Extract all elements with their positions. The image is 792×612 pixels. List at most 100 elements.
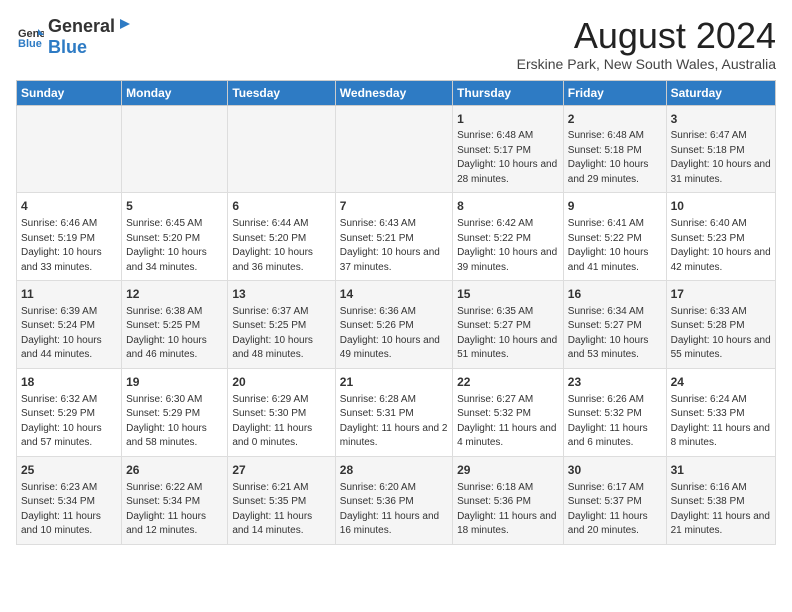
cell-content: Sunrise: 6:33 AMSunset: 5:28 PMDaylight:… (671, 305, 771, 363)
cell-content: Sunrise: 6:17 AMSunset: 5:37 PMDaylight:… (568, 481, 662, 539)
cell-content: Sunrise: 6:35 AMSunset: 5:27 PMDaylight:… (457, 305, 559, 363)
calendar-cell-4: 1Sunrise: 6:48 AMSunset: 5:17 PMDaylight… (453, 105, 564, 193)
cell-content: Sunrise: 6:23 AMSunset: 5:34 PMDaylight:… (21, 481, 117, 539)
day-number: 28 (340, 462, 448, 479)
day-number: 24 (671, 374, 771, 391)
day-number: 10 (671, 198, 771, 215)
day-number: 9 (568, 198, 662, 215)
logo-text-blue: Blue (48, 37, 87, 57)
day-number: 7 (340, 198, 448, 215)
calendar-cell-11: 8Sunrise: 6:42 AMSunset: 5:22 PMDaylight… (453, 193, 564, 281)
calendar-cell-18: 15 Sunrise: 6:35 AMSunset: 5:27 PMDayligh… (453, 281, 564, 369)
calendar-cell-15: 12 Sunrise: 6:38 AMSunset: 5:25 PMDayligh… (122, 281, 228, 369)
cell-content: Sunrise: 6:45 AMSunset: 5:20 PMDaylight:… (126, 217, 223, 275)
day-number: 17 (671, 286, 771, 303)
day-number: 18 (21, 374, 117, 391)
calendar-cell-26: 23 Sunrise: 6:26 AMSunset: 5:32 PMDayligh… (563, 368, 666, 456)
calendar-cell-5: 2Sunrise: 6:48 AMSunset: 5:18 PMDaylight… (563, 105, 666, 193)
header: General Blue General Blue August 2024 Er… (16, 16, 776, 72)
day-number: 30 (568, 462, 662, 479)
cell-content: Sunrise: 6:27 AMSunset: 5:32 PMDaylight:… (457, 393, 559, 451)
title-area: August 2024 Erskine Park, New South Wale… (517, 16, 776, 72)
calendar-cell-22: 19Sunrise: 6:30 AMSunset: 5:29 PMDayligh… (122, 368, 228, 456)
cell-content: Sunrise: 6:26 AMSunset: 5:32 PMDaylight:… (568, 393, 662, 451)
cell-content: Sunrise: 6:43 AMSunset: 5:21 PMDaylight:… (340, 217, 448, 275)
cell-content: Sunrise: 6:16 AMSunset: 5:38 PMDaylight:… (671, 481, 771, 539)
calendar-cell-0 (17, 105, 122, 193)
logo-icon: General Blue (16, 23, 44, 51)
day-number: 8 (457, 198, 559, 215)
calendar-cell-10: 7 Sunrise: 6:43 AMSunset: 5:21 PMDaylight… (335, 193, 452, 281)
cell-content: Sunrise: 6:46 AMSunset: 5:19 PMDaylight:… (21, 217, 117, 275)
week-row-2: 4Sunrise: 6:46 AMSunset: 5:19 PMDaylight… (17, 193, 776, 281)
day-number: 29 (457, 462, 559, 479)
calendar-cell-1 (122, 105, 228, 193)
day-number: 1 (457, 111, 559, 128)
calendar-cell-12: 9 Sunrise: 6:41 AMSunset: 5:22 PMDaylight… (563, 193, 666, 281)
calendar-cell-25: 22 Sunrise: 6:27 AMSunset: 5:32 PMDayligh… (453, 368, 564, 456)
col-header-friday: Friday (563, 80, 666, 105)
day-number: 2 (568, 111, 662, 128)
cell-content: Sunrise: 6:34 AMSunset: 5:27 PMDaylight:… (568, 305, 662, 363)
cell-content: Sunrise: 6:48 AMSunset: 5:17 PMDaylight:… (457, 129, 559, 187)
cell-content: Sunrise: 6:18 AMSunset: 5:36 PMDaylight:… (457, 481, 559, 539)
calendar-cell-13: 10 Sunrise: 6:40 AMSunset: 5:23 PMDayligh… (666, 193, 775, 281)
calendar-cell-30: 27Sunrise: 6:21 AMSunset: 5:35 PMDayligh… (228, 456, 335, 544)
day-number: 12 (126, 286, 223, 303)
week-row-3: 11 Sunrise: 6:39 AMSunset: 5:24 PMDayligh… (17, 281, 776, 369)
header-row: SundayMondayTuesdayWednesdayThursdayFrid… (17, 80, 776, 105)
cell-content: Sunrise: 6:32 AMSunset: 5:29 PMDaylight:… (21, 393, 117, 451)
calendar-cell-28: 25Sunrise: 6:23 AMSunset: 5:34 PMDayligh… (17, 456, 122, 544)
day-number: 13 (232, 286, 330, 303)
cell-content: Sunrise: 6:20 AMSunset: 5:36 PMDaylight:… (340, 481, 448, 539)
week-row-4: 18 Sunrise: 6:32 AMSunset: 5:29 PMDayligh… (17, 368, 776, 456)
calendar-cell-9: 6 Sunrise: 6:44 AMSunset: 5:20 PMDaylight… (228, 193, 335, 281)
main-title: August 2024 (517, 16, 776, 56)
day-number: 11 (21, 286, 117, 303)
logo-arrow-icon (116, 16, 132, 32)
day-number: 15 (457, 286, 559, 303)
cell-content: Sunrise: 6:41 AMSunset: 5:22 PMDaylight:… (568, 217, 662, 275)
day-number: 27 (232, 462, 330, 479)
day-number: 16 (568, 286, 662, 303)
calendar-cell-19: 16 Sunrise: 6:34 AMSunset: 5:27 PMDayligh… (563, 281, 666, 369)
day-number: 23 (568, 374, 662, 391)
calendar-table: SundayMondayTuesdayWednesdayThursdayFrid… (16, 80, 776, 545)
calendar-cell-29: 26 Sunrise: 6:22 AMSunset: 5:34 PMDayligh… (122, 456, 228, 544)
calendar-cell-32: 29 Sunrise: 6:18 AMSunset: 5:36 PMDayligh… (453, 456, 564, 544)
cell-content: Sunrise: 6:48 AMSunset: 5:18 PMDaylight:… (568, 129, 662, 187)
cell-content: Sunrise: 6:40 AMSunset: 5:23 PMDaylight:… (671, 217, 771, 275)
day-number: 20 (232, 374, 330, 391)
cell-content: Sunrise: 6:22 AMSunset: 5:34 PMDaylight:… (126, 481, 223, 539)
calendar-cell-14: 11 Sunrise: 6:39 AMSunset: 5:24 PMDayligh… (17, 281, 122, 369)
logo-text-general: General (48, 16, 115, 37)
calendar-cell-31: 28 Sunrise: 6:20 AMSunset: 5:36 PMDayligh… (335, 456, 452, 544)
day-number: 26 (126, 462, 223, 479)
day-number: 31 (671, 462, 771, 479)
calendar-cell-20: 17 Sunrise: 6:33 AMSunset: 5:28 PMDayligh… (666, 281, 775, 369)
calendar-cell-24: 21 Sunrise: 6:28 AMSunset: 5:31 PMDayligh… (335, 368, 452, 456)
calendar-cell-33: 30 Sunrise: 6:17 AMSunset: 5:37 PMDayligh… (563, 456, 666, 544)
calendar-cell-6: 3Sunrise: 6:47 AMSunset: 5:18 PMDaylight… (666, 105, 775, 193)
subtitle: Erskine Park, New South Wales, Australia (517, 56, 776, 72)
cell-content: Sunrise: 6:29 AMSunset: 5:30 PMDaylight:… (232, 393, 330, 451)
svg-text:Blue: Blue (18, 38, 42, 50)
cell-content: Sunrise: 6:38 AMSunset: 5:25 PMDaylight:… (126, 305, 223, 363)
cell-content: Sunrise: 6:24 AMSunset: 5:33 PMDaylight:… (671, 393, 771, 451)
calendar-cell-21: 18 Sunrise: 6:32 AMSunset: 5:29 PMDayligh… (17, 368, 122, 456)
cell-content: Sunrise: 6:44 AMSunset: 5:20 PMDaylight:… (232, 217, 330, 275)
col-header-wednesday: Wednesday (335, 80, 452, 105)
cell-content: Sunrise: 6:47 AMSunset: 5:18 PMDaylight:… (671, 129, 771, 187)
calendar-cell-3 (335, 105, 452, 193)
day-number: 22 (457, 374, 559, 391)
week-row-1: 1Sunrise: 6:48 AMSunset: 5:17 PMDaylight… (17, 105, 776, 193)
cell-content: Sunrise: 6:39 AMSunset: 5:24 PMDaylight:… (21, 305, 117, 363)
calendar-cell-23: 20 Sunrise: 6:29 AMSunset: 5:30 PMDayligh… (228, 368, 335, 456)
day-number: 6 (232, 198, 330, 215)
cell-content: Sunrise: 6:28 AMSunset: 5:31 PMDaylight:… (340, 393, 448, 451)
col-header-tuesday: Tuesday (228, 80, 335, 105)
cell-content: Sunrise: 6:37 AMSunset: 5:25 PMDaylight:… (232, 305, 330, 363)
day-number: 21 (340, 374, 448, 391)
calendar-cell-17: 14Sunrise: 6:36 AMSunset: 5:26 PMDayligh… (335, 281, 452, 369)
calendar-cell-7: 4Sunrise: 6:46 AMSunset: 5:19 PMDaylight… (17, 193, 122, 281)
